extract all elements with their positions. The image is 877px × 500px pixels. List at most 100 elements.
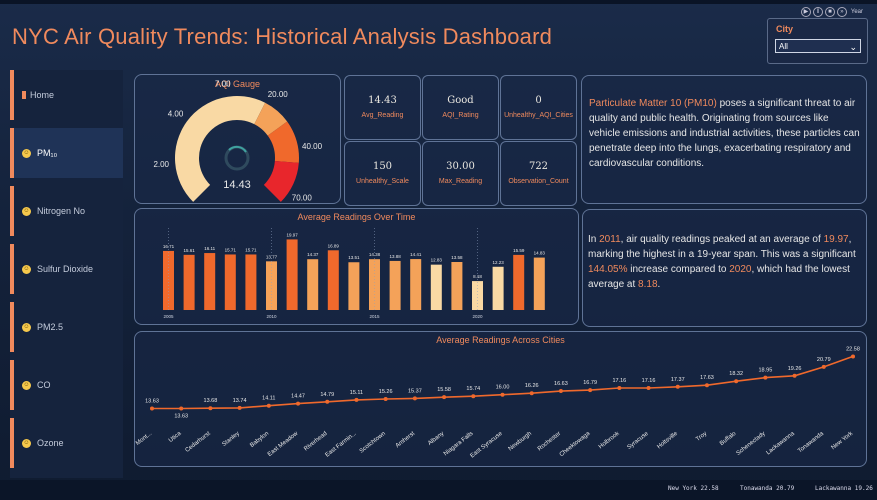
point-data-label: 16.00 — [496, 385, 510, 391]
data-point — [208, 406, 213, 411]
kpi-max-reading: 30.00 Max_Reading — [422, 141, 499, 206]
bar — [327, 250, 339, 310]
bar — [369, 259, 380, 310]
kpi-unhealthy-cities: 0 Unhealthy_AQI_Cities — [500, 75, 577, 140]
readings-over-time-chart: 16.7115.61 16.11 15.71 15.7113.7719.9714.37… — [163, 228, 546, 319]
next-icon[interactable]: » — [836, 7, 847, 17]
data-point — [851, 354, 855, 359]
sidebar-item-label: Home — [30, 90, 55, 100]
city-tick-label: Scotchtown — [359, 431, 387, 455]
sidebar-item-co[interactable]: ☺ CO — [10, 360, 123, 410]
gauge-tick-label: 7.00 — [215, 79, 231, 88]
pause-icon[interactable]: ‖ — [812, 7, 823, 17]
bar-tick-label: 2020 — [472, 314, 483, 319]
point-data-label: 13.63 — [145, 399, 159, 405]
window-top-bar — [0, 0, 877, 4]
insight-text: In 2011, air quality readings peaked at … — [588, 232, 862, 292]
point-data-label: 20.79 — [817, 357, 831, 363]
sidebar-item-nitrogen[interactable]: ☺ Nitrogen No — [10, 186, 123, 236]
sidebar-item-pm10[interactable]: ☺ PM₁₀ — [10, 128, 123, 178]
smiley-icon: ☺ — [22, 322, 31, 332]
bar — [286, 239, 298, 310]
bar — [533, 257, 545, 310]
smiley-icon: ☺ — [22, 438, 31, 448]
city-tick-label: Buffalo — [719, 430, 738, 447]
bar-tick-label: 2005 — [163, 314, 174, 319]
sidebar-item-label: PM₁₀ — [37, 148, 58, 158]
city-tick-label: Lackawanna — [766, 430, 797, 456]
smiley-icon: ☺ — [22, 148, 31, 158]
bar — [183, 254, 195, 310]
city-tick-label: Cedarhurst — [185, 431, 212, 454]
city-select[interactable]: All ⌄ — [775, 39, 861, 53]
data-point — [354, 397, 359, 402]
bar — [451, 262, 463, 310]
city-tick-label: Newburgh — [508, 431, 533, 453]
data-point — [646, 385, 651, 390]
insight-low-value: 8.18 — [638, 279, 658, 290]
gauge-tick-label: 2.00 — [153, 160, 169, 169]
point-data-label: 14.79 — [320, 392, 334, 398]
description-highlight: Particulate Matter 10 (PM10) — [589, 98, 717, 109]
kpi-avg-reading: 14.43 Avg_Reading — [344, 75, 421, 140]
sidebar-item-ozone[interactable]: ☺ Ozone — [10, 418, 123, 468]
point-data-label: 22.58 — [846, 346, 860, 352]
nav-accent-bar — [10, 302, 14, 352]
gauge-tick-label: 70.00 — [292, 194, 313, 203]
ticker-item: Tonawanda 20.79 — [740, 485, 794, 492]
bar-data-label: 16.11 — [204, 246, 215, 251]
bar-data-label: 14.83 — [534, 251, 546, 256]
bar-data-label: 19.97 — [286, 232, 298, 237]
city-tick-label: Utica — [168, 430, 183, 444]
point-data-label: 14.47 — [291, 394, 305, 400]
bar — [204, 253, 216, 310]
bar-data-label: 13.58 — [451, 255, 463, 260]
ticker-value: 22.58 — [700, 485, 719, 492]
aqi-gauge: 1.002.004.007.0020.0040.0070.0014.43 — [153, 79, 322, 203]
bar-data-label: 15.59 — [513, 248, 525, 253]
point-data-label: 15.26 — [379, 389, 393, 395]
data-point — [763, 375, 768, 380]
data-point — [412, 396, 417, 401]
play-icon[interactable]: ▶ — [800, 7, 811, 17]
ticker-value: 20.79 — [776, 485, 795, 492]
data-point — [471, 394, 476, 399]
kpi-label: Observation_Count — [508, 178, 569, 185]
data-point — [442, 395, 447, 400]
bar-data-label: 16.89 — [328, 243, 340, 248]
city-tick-label: Stanley — [221, 431, 240, 448]
bar — [410, 259, 422, 310]
bar — [245, 254, 257, 310]
playback-controls: ▶ ‖ ■ » Year — [800, 7, 863, 17]
point-data-label: 17.16 — [612, 378, 626, 384]
smiley-icon: ☺ — [22, 206, 31, 216]
data-point — [325, 399, 330, 404]
smiley-icon: ☺ — [22, 264, 31, 274]
sidebar-item-home[interactable]: Home — [10, 70, 123, 120]
ticker-value: 19.26 — [854, 485, 873, 492]
city-tick-label: New York — [831, 430, 855, 451]
stop-icon[interactable]: ■ — [824, 7, 835, 17]
data-point — [821, 364, 826, 369]
data-point — [529, 391, 534, 396]
kpi-label: Max_Reading — [438, 178, 483, 185]
point-data-label: 18.95 — [758, 368, 772, 374]
series-line — [152, 355, 854, 410]
city-tick-label: Amherst — [395, 431, 417, 450]
year-label: Year — [850, 9, 863, 15]
sidebar-item-pm25[interactable]: ☺ PM2.5 — [10, 302, 123, 352]
bar — [430, 264, 442, 310]
kpi-label: Unhealthy_AQI_Cities — [504, 112, 573, 119]
sidebar-item-sulfur[interactable]: ☺ Sulfur Dioxide — [10, 244, 123, 294]
bar — [307, 259, 319, 310]
sidebar-item-label: Sulfur Dioxide — [37, 264, 94, 274]
data-point — [179, 406, 184, 411]
city-tick-label: Holbrook — [598, 430, 621, 450]
insight-percent: 144.05% — [588, 264, 628, 275]
page-title: NYC Air Quality Trends: Historical Analy… — [12, 24, 553, 49]
kpi-value: Good — [447, 95, 474, 106]
city-filter-label: City — [776, 24, 794, 34]
sidebar-item-label: Nitrogen No — [37, 206, 86, 216]
kpi-aqi-rating: Good AQI_Rating — [422, 75, 499, 140]
city-tick-label: East Farmin... — [325, 431, 358, 459]
